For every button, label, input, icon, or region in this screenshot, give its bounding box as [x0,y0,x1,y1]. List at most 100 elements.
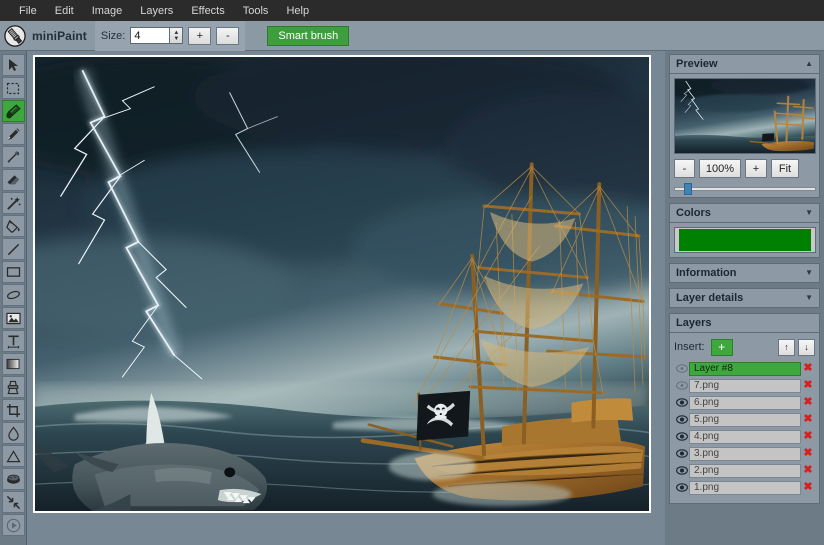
menu-item-help[interactable]: Help [277,2,318,20]
layer-visibility-toggle[interactable] [674,449,689,458]
color-swatch[interactable] [674,227,816,253]
layer-visibility-toggle[interactable] [674,432,689,441]
preview-panel-header[interactable]: Preview ▲ [669,54,820,74]
layers-panel-header[interactable]: Layers [669,313,820,333]
shrink-tool[interactable] [1,491,25,513]
layers-panel: Layers Insert: + ↑ ↓ Layer #8 ✖ 7.png ✖ 6.pn… [669,313,820,504]
text-t-icon [7,335,19,348]
add-layer-button[interactable]: + [710,338,733,356]
marquee-select-tool[interactable] [1,77,25,99]
clone-stamp-tool[interactable] [1,376,25,398]
size-decrease-button[interactable]: - [216,26,240,45]
line-tool[interactable] [1,238,25,260]
layer-visibility-toggle[interactable] [674,381,689,390]
layer-name[interactable]: Layer #8 [689,361,801,376]
layer-visibility-toggle[interactable] [674,364,689,373]
chevron-down-icon[interactable]: ▼ [805,269,813,277]
size-stepper[interactable]: ▲ ▼ [130,27,184,44]
zoom-slider-track[interactable] [674,187,816,191]
paint-bucket-tool[interactable] [1,215,25,237]
insert-image-tool[interactable] [1,307,25,329]
size-spinner-buttons[interactable]: ▲ ▼ [170,27,184,44]
zoom-out-button[interactable]: - [674,159,695,178]
layer-row[interactable]: 1.png ✖ [674,480,815,495]
layer-name[interactable]: 5.png [689,412,801,427]
colors-panel: Colors ▼ [669,203,820,258]
zoom-in-button[interactable]: + [745,159,767,178]
menu-item-image[interactable]: Image [83,2,132,20]
layer-row[interactable]: 7.png ✖ [674,378,815,393]
layer-name[interactable]: 1.png [689,480,801,495]
canvas-area[interactable] [27,51,665,545]
zoom-slider[interactable] [674,183,816,195]
eraser-tool[interactable] [1,169,25,191]
layer-row[interactable]: 5.png ✖ [674,412,815,427]
chevron-down-icon[interactable]: ▼ [805,209,813,217]
smudge-tool[interactable] [1,468,25,490]
delete-layer-button[interactable]: ✖ [801,465,815,476]
layer-row[interactable]: 4.png ✖ [674,429,815,444]
chevron-down-icon[interactable]: ▼ [805,294,813,302]
ellipse-tool[interactable] [1,284,25,306]
paintbrush-icon [4,24,26,47]
delete-layer-button[interactable]: ✖ [801,448,815,459]
zoom-level-button[interactable]: 100% [699,159,741,178]
gradient-tool[interactable] [1,353,25,375]
layer-row[interactable]: Layer #8 ✖ [674,361,815,376]
layer-details-panel-title: Layer details [676,292,744,304]
menu-item-file[interactable]: File [10,2,46,20]
layer-visibility-toggle[interactable] [674,466,689,475]
move-layer-up-button[interactable]: ↑ [778,338,795,356]
layer-row[interactable]: 2.png ✖ [674,463,815,478]
menu-item-effects[interactable]: Effects [182,2,233,20]
layer-name[interactable]: 2.png [689,463,801,478]
zoom-slider-handle[interactable] [684,183,692,195]
size-increase-button[interactable]: + [188,26,212,45]
magic-wand-tool[interactable] [1,192,25,214]
chevron-up-icon[interactable]: ▲ [805,60,813,68]
spinner-down-icon[interactable]: ▼ [173,36,179,42]
select-arrow-tool[interactable] [1,54,25,76]
layer-name[interactable]: 4.png [689,429,801,444]
delete-layer-button[interactable]: ✖ [801,380,815,391]
layer-name[interactable]: 7.png [689,378,801,393]
rectangle-tool[interactable] [1,261,25,283]
delete-layer-button[interactable]: ✖ [801,482,815,493]
layer-visibility-toggle[interactable] [674,398,689,407]
information-panel-header[interactable]: Information ▼ [669,263,820,283]
layer-visibility-toggle[interactable] [674,483,689,492]
image-canvas[interactable] [33,55,651,513]
delete-layer-button[interactable]: ✖ [801,431,815,442]
colors-panel-header[interactable]: Colors ▼ [669,203,820,223]
delete-layer-button[interactable]: ✖ [801,363,815,374]
move-layer-down-button[interactable]: ↓ [798,338,815,356]
zoom-fit-button[interactable]: Fit [771,159,799,178]
play-tool[interactable] [1,514,25,536]
zoom-controls: - 100% + Fit [674,159,815,178]
delete-layer-button[interactable]: ✖ [801,397,815,408]
layer-name[interactable]: 3.png [689,446,801,461]
layer-details-panel-header[interactable]: Layer details ▼ [669,288,820,308]
size-input[interactable] [130,27,171,44]
layer-row[interactable]: 6.png ✖ [674,395,815,410]
smart-brush-tool[interactable] [1,100,25,122]
menu-item-layers[interactable]: Layers [131,2,182,20]
right-panel: Preview ▲ - 100% + Fit Colors ▼ Informat… [665,51,824,545]
pencil-tool[interactable] [1,123,25,145]
toolbar: miniPaint Size: ▲ ▼ + - Smart brush [0,20,824,51]
text-tool[interactable] [1,330,25,352]
smart-brush-button[interactable]: Smart brush [267,25,350,46]
delete-layer-button[interactable]: ✖ [801,414,815,425]
eyedropper-tool[interactable] [1,146,25,168]
menu-item-edit[interactable]: Edit [46,2,83,20]
sharpen-tool[interactable] [1,445,25,467]
menu-item-tools[interactable]: Tools [234,2,278,20]
selected-color-swatch[interactable] [679,229,811,251]
preview-thumbnail[interactable] [674,78,816,154]
layer-row[interactable]: 3.png ✖ [674,446,815,461]
brush-size-group: Size: ▲ ▼ + - [94,20,246,51]
blur-tool[interactable] [1,422,25,444]
layer-visibility-toggle[interactable] [674,415,689,424]
crop-tool[interactable] [1,399,25,421]
layer-name[interactable]: 6.png [689,395,801,410]
